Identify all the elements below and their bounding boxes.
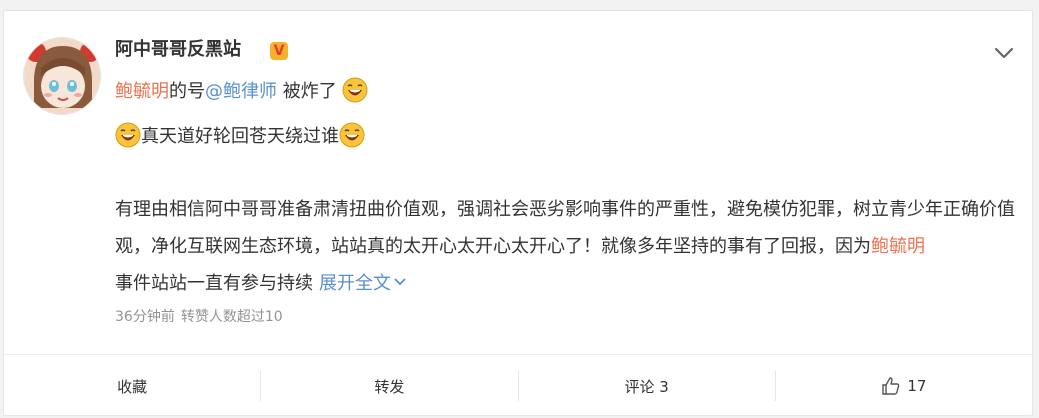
post-line-1: 鲍毓明的号@鲍律师 被炸了 [115,77,368,105]
repost-button[interactable]: 转发 [261,355,517,417]
weibo-post-card: 阿中哥哥反黑站 V 鲍毓明的号@鲍律师 被炸了 真天道好轮回苍天绕过谁 有理由相… [3,10,1033,416]
post-text: 的号 [169,81,205,102]
post-meta: 36分钟前 转赞人数超过10 [115,307,283,327]
avatar[interactable] [23,37,101,115]
mention-link[interactable]: @鲍律师 [205,81,277,102]
laughing-emoji-icon [115,122,141,148]
comment-label[interactable]: 评论 3 [624,376,668,397]
mention-link[interactable]: 鲍毓明 [115,81,169,102]
thumbs-up-icon[interactable] [881,376,901,396]
post-text: 被炸了 [277,81,337,102]
laughing-emoji-icon [342,77,368,103]
username[interactable]: 阿中哥哥反黑站 [115,37,241,63]
mention-link[interactable]: 鲍毓明 [871,236,925,257]
post-text: 真天道好轮回苍天绕过谁 [141,126,339,147]
expand-label[interactable]: 展开全文 [319,273,391,294]
like-count[interactable]: 17 [907,377,926,395]
post-time[interactable]: 36分钟前 [115,309,175,325]
post-line-2: 真天道好轮回苍天绕过谁 [115,122,365,150]
favorite-label[interactable]: 收藏 [117,376,147,397]
laughing-emoji-icon [339,122,365,148]
repost-label[interactable]: 转发 [374,376,404,397]
chevron-down-icon[interactable] [992,41,1016,65]
repost-like-note: 转赞人数超过10 [180,309,283,325]
favorite-button[interactable]: 收藏 [4,355,260,417]
verified-badge-icon: V [270,42,288,60]
comment-button[interactable]: 评论 3 [519,355,775,417]
post-text: 事件站站一直有参与持续 [115,273,313,294]
expand-full-text-link[interactable]: 展开全文 [319,273,407,294]
post-paragraph: 有理由相信阿中哥哥准备肃清扭曲价值观，强调社会恶劣影响事件的严重性，避免模仿犯罪… [115,191,1015,302]
action-bar: 收藏 转发 评论 3 17 [4,355,1032,417]
chevron-down-icon[interactable] [393,277,407,287]
like-button[interactable]: 17 [776,355,1032,417]
